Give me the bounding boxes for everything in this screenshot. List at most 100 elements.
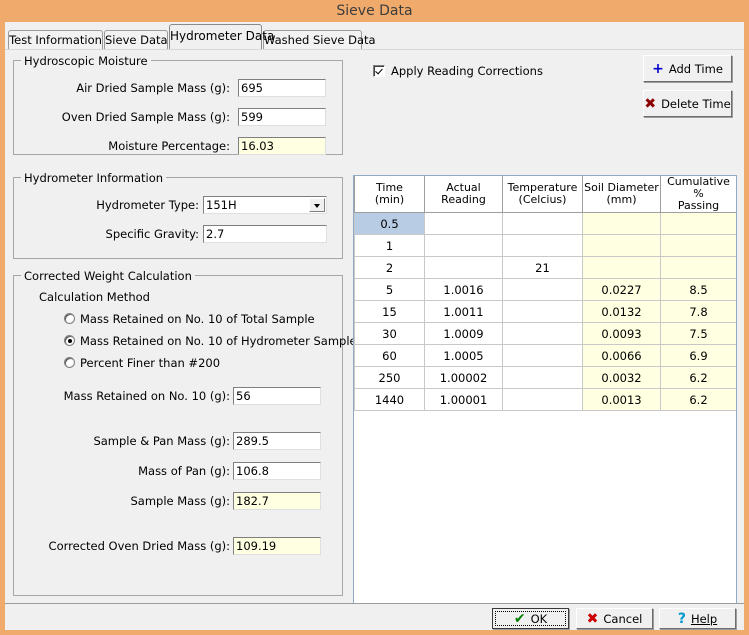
cell-time[interactable]: 60 [355,345,425,367]
cell-temp[interactable] [503,345,583,367]
checkbox-icon[interactable] [373,65,385,77]
cell-diameter[interactable] [583,213,661,235]
x-icon: ✖ [644,97,656,111]
cell-passing[interactable]: 6.9 [661,345,737,367]
cell-diameter[interactable] [583,235,661,257]
mass-retained-no10-label: Mass Retained on No. 10 (g): [24,388,230,405]
specific-gravity-input[interactable] [203,225,327,243]
cell-reading[interactable] [425,213,503,235]
cell-diameter[interactable]: 0.0093 [583,323,661,345]
cell-reading[interactable]: 1.0011 [425,301,503,323]
col-soil-diameter: Soil Diameter (mm) [583,176,661,213]
moisture-percentage-value [238,137,326,155]
table-row[interactable]: 0.5 [355,213,737,235]
mass-of-pan-input[interactable] [233,462,321,480]
hydrometer-type-label: Hydrometer Type: [24,197,199,214]
cell-temp[interactable] [503,213,583,235]
air-dried-sample-mass-label: Air Dried Sample Mass (g): [24,80,230,97]
radio-icon-selected[interactable] [64,335,75,346]
radio-label: Percent Finer than #200 [80,355,220,371]
air-dried-sample-mass-input[interactable] [238,79,326,97]
radio-label: Mass Retained on No. 10 of Hydrometer Sa… [80,333,357,349]
table-row[interactable]: 601.0005 0.00666.9 [355,345,737,367]
cancel-button[interactable]: ✖ Cancel [576,608,653,629]
cell-temp[interactable] [503,323,583,345]
cell-diameter[interactable]: 0.0066 [583,345,661,367]
cell-passing[interactable]: 6.2 [661,367,737,389]
cell-reading[interactable]: 1.00001 [425,389,503,411]
cell-time[interactable]: 5 [355,279,425,301]
hydrometer-readings-panel[interactable]: Time (min) Actual Reading Temperature (C… [353,175,737,605]
table-row[interactable]: 2 21 [355,257,737,279]
help-button[interactable]: ? Help [659,608,736,629]
cell-time[interactable]: 1 [355,235,425,257]
cell-passing[interactable] [661,213,737,235]
cell-time[interactable]: 1440 [355,389,425,411]
delete-time-button[interactable]: ✖ Delete Time [643,90,732,117]
dialog-button-bar: ✔ OK ✖ Cancel ? Help [5,603,744,630]
question-icon: ? [678,612,686,626]
col-actual-reading-line2: Reading [425,194,502,206]
sieve-data-window: Sieve Data Test Information Sieve Data H… [0,0,749,635]
table-row[interactable]: 2501.00002 0.00326.2 [355,367,737,389]
ok-button[interactable]: ✔ OK [492,608,569,629]
table-row[interactable]: 301.0009 0.00937.5 [355,323,737,345]
radio-hydrometer-sample[interactable]: Mass Retained on No. 10 of Hydrometer Sa… [64,333,334,349]
cell-diameter[interactable]: 0.0032 [583,367,661,389]
col-cumulative-passing: Cumulative % Passing [661,176,737,213]
table-row[interactable]: 51.0016 0.02278.5 [355,279,737,301]
chevron-down-icon[interactable] [309,198,325,212]
cell-temp[interactable]: 21 [503,257,583,279]
table-row[interactable]: 14401.00001 0.00136.2 [355,389,737,411]
specific-gravity-label: Specific Gravity: [24,226,199,243]
cell-passing[interactable]: 6.2 [661,389,737,411]
tab-sieve-data[interactable]: Sieve Data [104,30,168,49]
add-time-button[interactable]: + Add Time [643,55,732,82]
cell-diameter[interactable]: 0.0227 [583,279,661,301]
col-time: Time (min) [355,176,425,213]
mass-retained-no10-input[interactable] [233,387,321,405]
window-title: Sieve Data [0,0,749,22]
cell-passing[interactable]: 7.5 [661,323,737,345]
sample-pan-mass-input[interactable] [233,432,321,450]
oven-dried-sample-mass-label: Oven Dried Sample Mass (g): [24,109,230,126]
cell-temp[interactable] [503,367,583,389]
radio-icon[interactable] [64,357,75,368]
cell-passing[interactable]: 8.5 [661,279,737,301]
tab-test-information[interactable]: Test Information [8,30,103,49]
cell-reading[interactable]: 1.0009 [425,323,503,345]
cell-time[interactable]: 2 [355,257,425,279]
cell-passing[interactable] [661,257,737,279]
cell-temp[interactable] [503,301,583,323]
cell-time[interactable]: 15 [355,301,425,323]
moisture-percentage-label: Moisture Percentage: [24,138,230,155]
cell-passing[interactable]: 7.8 [661,301,737,323]
oven-dried-sample-mass-input[interactable] [238,108,326,126]
cell-passing[interactable] [661,235,737,257]
cell-reading[interactable]: 1.00002 [425,367,503,389]
mass-of-pan-label: Mass of Pan (g): [24,463,230,480]
cell-time[interactable]: 30 [355,323,425,345]
cell-diameter[interactable] [583,257,661,279]
tab-hydrometer-data[interactable]: Hydrometer Data [169,24,262,49]
cell-temp[interactable] [503,279,583,301]
cell-diameter[interactable]: 0.0132 [583,301,661,323]
hydrometer-type-select[interactable]: 151H [203,196,327,214]
cell-time[interactable]: 250 [355,367,425,389]
table-row[interactable]: 1 [355,235,737,257]
cell-time[interactable]: 0.5 [355,213,425,235]
radio-total-sample[interactable]: Mass Retained on No. 10 of Total Sample [64,311,334,327]
radio-percent-finer-200[interactable]: Percent Finer than #200 [64,355,334,371]
cell-diameter[interactable]: 0.0013 [583,389,661,411]
cell-reading[interactable]: 1.0005 [425,345,503,367]
cell-temp[interactable] [503,235,583,257]
corrected-weight-calculation-group: Corrected Weight Calculation Calculation… [13,275,343,596]
tab-strip: Test Information Sieve Data Hydrometer D… [5,22,744,49]
cell-reading[interactable]: 1.0016 [425,279,503,301]
cell-reading[interactable] [425,235,503,257]
table-row[interactable]: 151.0011 0.01327.8 [355,301,737,323]
cell-temp[interactable] [503,389,583,411]
cell-reading[interactable] [425,257,503,279]
radio-icon[interactable] [64,313,75,324]
tab-washed-sieve-data[interactable]: Washed Sieve Data [263,30,362,49]
